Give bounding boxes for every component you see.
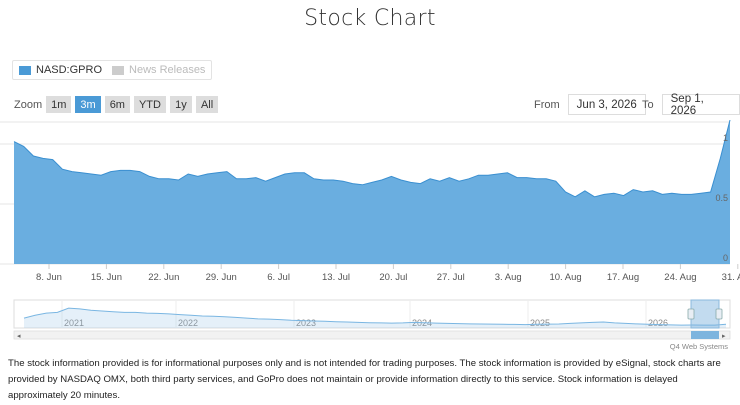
zoom-label: Zoom <box>14 98 43 111</box>
legend-label-news: News Releases <box>129 64 206 76</box>
navigator-handle[interactable] <box>715 308 723 320</box>
x-tick-label: 13. Jul <box>322 272 350 283</box>
credit: Q4 Web Systems <box>669 342 728 351</box>
x-tick-label: 15. Jun <box>91 272 122 283</box>
zoom-all-button[interactable]: All <box>195 96 219 113</box>
zoom-ytd-button[interactable]: YTD <box>133 96 166 113</box>
page-title: Stock Chart <box>304 6 436 31</box>
legend-swatch-stock <box>19 65 31 75</box>
range-from-input[interactable]: Jun 3, 2026 <box>567 94 646 115</box>
zoom-1m-button[interactable]: 1m <box>46 96 72 113</box>
range-to-input[interactable]: Sep 1, 2026 <box>661 93 740 117</box>
x-tick-label: 27. Jul <box>437 272 465 283</box>
navigator-handle[interactable] <box>687 308 695 320</box>
legend-item-stock[interactable]: NASD:GPRO <box>19 64 102 76</box>
legend-label-stock: NASD:GPRO <box>36 64 103 76</box>
x-tick-label: 10. Aug <box>549 272 581 283</box>
y-tick-label: 0.5 <box>715 193 728 203</box>
y-tick-label: 1 <box>723 133 728 143</box>
navigator[interactable]: 202120222023202420252026◂▸ <box>0 298 740 344</box>
navigator-scrollbar-thumb[interactable] <box>691 331 719 339</box>
range-from: From Jun 3, 2026 <box>534 94 646 115</box>
range-to-label: To <box>642 98 654 111</box>
navigator-selection <box>690 299 720 329</box>
chart-legend: NASD:GPRO News Releases <box>12 60 213 80</box>
x-tick-label: 8. Jun <box>36 272 62 283</box>
range-to: To Sep 1, 2026 <box>642 93 740 117</box>
zoom-controls: Zoom 1m 3m 6m YTD 1y All <box>14 96 222 113</box>
scroll-right-icon[interactable]: ▸ <box>722 332 726 340</box>
navigator-scrollbar-track <box>13 330 731 340</box>
price-area <box>14 120 730 264</box>
zoom-3m-button[interactable]: 3m <box>75 96 101 113</box>
stock-chart[interactable]: 0 0.5 1 8. Jun 15. Jun 22. Jun 29. Jun 6. Jul 13… <box>0 120 740 290</box>
y-tick-label: 0 <box>723 253 728 263</box>
x-tick-label: 24. Aug <box>664 272 696 283</box>
x-tick-label: 6. Jul <box>267 272 290 283</box>
legend-item-news[interactable]: News Releases <box>112 64 205 76</box>
scroll-left-icon[interactable]: ◂ <box>17 332 21 340</box>
zoom-6m-button[interactable]: 6m <box>104 96 130 113</box>
range-from-label: From <box>534 98 560 111</box>
legend-swatch-news <box>112 65 125 75</box>
x-tick-label: 31. Aug <box>722 272 740 283</box>
disclaimer: The stock information provided is for in… <box>8 358 721 401</box>
x-tick-label: 17. Aug <box>607 272 639 283</box>
zoom-1y-button[interactable]: 1y <box>169 96 192 113</box>
x-tick-label: 29. Jun <box>206 272 237 283</box>
x-tick-label: 3. Aug <box>495 272 522 283</box>
x-tick-label: 20. Jul <box>379 272 407 283</box>
x-tick-label: 22. Jun <box>148 272 179 283</box>
